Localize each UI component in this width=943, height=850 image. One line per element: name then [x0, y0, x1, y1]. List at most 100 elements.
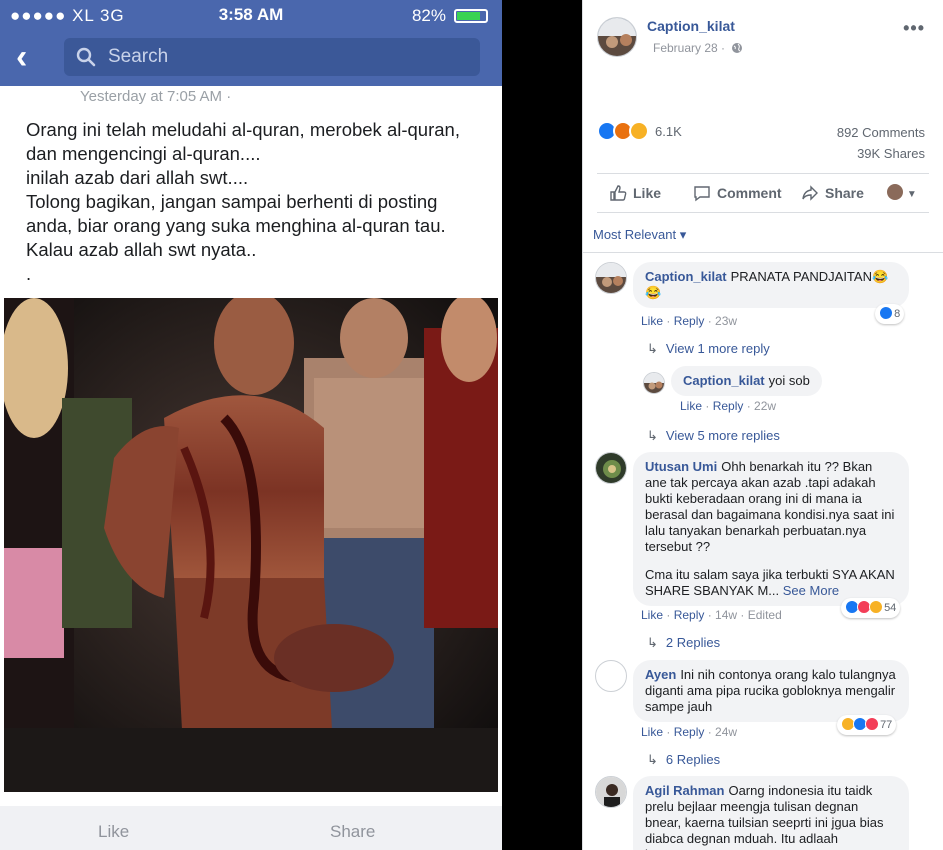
comment-like-link[interactable]: Like	[641, 608, 663, 622]
comment-like-link[interactable]: Like	[641, 725, 663, 739]
share-label: Share	[825, 185, 864, 201]
comment-reaction-badge[interactable]: 8	[875, 304, 905, 324]
comment-bubble: Utusan Umi Ohh benarkah itu ?? Bkan ane t…	[633, 452, 909, 606]
avatar-image	[596, 453, 626, 483]
comment-author[interactable]: Ayen	[645, 667, 676, 682]
reply-text: yoi sob	[768, 373, 810, 388]
reply-reply-link[interactable]: Reply	[713, 399, 744, 413]
view-more-replies-label: View 5 more replies	[665, 428, 780, 443]
reply-avatar[interactable]	[643, 372, 665, 394]
comment-reply-link[interactable]: Reply	[674, 725, 705, 739]
page-avatar-image	[598, 18, 636, 56]
comment-bubble: Ayen Ini nih contonya orang kalo tulangny…	[633, 660, 909, 722]
comment-like-link[interactable]: Like	[641, 314, 663, 328]
comment-time[interactable]: 14w	[715, 608, 737, 622]
reply-arrow-icon: ↳	[647, 428, 658, 443]
view-replies-label: 2 Replies	[665, 635, 721, 650]
comment-reaction-count: 77	[880, 719, 893, 731]
reply-arrow-icon: ↳	[647, 752, 658, 767]
comment-author[interactable]: Agil Rahman	[645, 783, 724, 798]
reply-bubble: Caption_kilat yoi sob	[671, 366, 822, 396]
like-label: Like	[633, 185, 662, 201]
phone-post-actions: Like Share	[0, 806, 502, 850]
reaction-audience-selector[interactable]: ▼	[887, 184, 917, 200]
comment-meta: Like · Reply · 14w · Edited	[641, 608, 782, 622]
view-replies-label: 6 Replies	[665, 752, 721, 767]
divider	[583, 252, 943, 253]
edited-label[interactable]: Edited	[748, 608, 782, 622]
comment-bubble: Agil Rahman Oarng indonesia itu taidk pre…	[633, 776, 909, 850]
comment-reaction-count: 8	[894, 308, 901, 320]
share-count[interactable]: 39K Shares	[857, 146, 925, 161]
like-button[interactable]: Like	[609, 184, 661, 202]
back-chevron-icon: ‹	[16, 38, 28, 76]
comment-author[interactable]: Caption_kilat	[645, 269, 727, 284]
reply-arrow-icon: ↳	[647, 341, 658, 356]
comment-label: Comment	[717, 185, 782, 201]
comment-reaction-badge[interactable]: 77	[837, 715, 897, 735]
comment-icon	[694, 186, 710, 202]
facebook-post: Caption_kilat February 28 · ••• 6.1K 892…	[582, 0, 943, 850]
sort-comments-dropdown[interactable]: Most Relevant ▾	[593, 227, 686, 243]
reaction-count[interactable]: 6.1K	[655, 124, 682, 139]
wow-reaction-icon	[629, 121, 649, 141]
reply-arrow-icon: ↳	[647, 635, 658, 650]
view-replies-link[interactable]: ↳ 6 Replies	[647, 752, 720, 768]
avatar-image	[596, 263, 626, 293]
haha-reaction-icon	[869, 600, 883, 614]
reply-time[interactable]: 22w	[754, 399, 776, 413]
view-replies-link[interactable]: ↳ 2 Replies	[647, 635, 720, 651]
phone-like-label: Like	[98, 822, 130, 841]
embedded-photo	[4, 298, 498, 792]
share-icon	[802, 185, 818, 201]
share-button[interactable]: Share	[801, 184, 864, 202]
chevron-down-icon: ▼	[906, 189, 917, 200]
post-action-bar: Like Comment Share ▼	[597, 173, 929, 213]
globe-icon	[732, 43, 742, 53]
avatar-image	[596, 777, 626, 807]
page-name-link[interactable]: Caption_kilat	[647, 18, 735, 34]
reply-author[interactable]: Caption_kilat	[683, 373, 765, 388]
search-icon	[76, 47, 96, 67]
commenter-avatar[interactable]	[595, 262, 627, 294]
commenter-avatar[interactable]	[595, 776, 627, 808]
phone-nav-bar: ‹ Search	[0, 30, 502, 86]
comment-reaction-count: 54	[884, 602, 897, 614]
search-placeholder: Search	[108, 46, 169, 67]
phone-share-label: Share	[330, 822, 376, 841]
comment-bubble: Caption_kilat PRANATA PANDJAITAN😂😂	[633, 262, 909, 308]
comment-time[interactable]: 24w	[715, 725, 737, 739]
comment-reaction-badge[interactable]: 54	[841, 598, 901, 618]
comment-author[interactable]: Utusan Umi	[645, 459, 717, 474]
comment-time[interactable]: 23w	[715, 314, 737, 328]
love-reaction-icon	[865, 717, 879, 731]
comment-reply-link[interactable]: Reply	[674, 608, 705, 622]
page-avatar[interactable]	[597, 17, 637, 57]
reply-like-link[interactable]: Like	[680, 399, 702, 413]
phone-post-text: Orang ini telah meludahi al-quran, merob…	[26, 119, 460, 284]
phone-status-bar: ●●●●● XL 3G 3:58 AM 82%	[0, 0, 502, 30]
see-more-link[interactable]: See More	[783, 583, 839, 598]
view-more-replies-link[interactable]: ↳ View 1 more reply	[647, 341, 770, 357]
comment-meta: Like · Reply · 24w	[641, 725, 738, 739]
view-more-replies-label: View 1 more reply	[665, 341, 770, 356]
shared-photo[interactable]: ●●●●● XL 3G 3:58 AM 82% ‹ Search Yesterd…	[0, 0, 502, 850]
reply-meta: Like · Reply · 22w	[680, 399, 777, 413]
more-icon[interactable]: •••	[903, 18, 925, 39]
battery-icon	[454, 9, 488, 23]
commenter-avatar[interactable]	[595, 660, 627, 692]
comment-meta: Like · Reply · 23w	[641, 314, 738, 328]
comment-count[interactable]: 892 Comments	[837, 125, 925, 140]
commenter-avatar[interactable]	[595, 452, 627, 484]
comment-text: Ini nih contonya orang kalo tulangnya di…	[645, 667, 896, 714]
view-more-replies-link[interactable]: ↳ View 5 more replies	[647, 428, 780, 444]
comment-button[interactable]: Comment	[693, 184, 782, 202]
small-avatar-icon	[887, 184, 903, 200]
crowd-photo-illustration	[4, 298, 498, 792]
like-reaction-icon	[879, 306, 893, 320]
post-date[interactable]: February 28 ·	[653, 41, 725, 55]
avatar-image	[644, 373, 664, 393]
comment-reply-link[interactable]: Reply	[674, 314, 705, 328]
comment-text-continued: Cma itu salam saya jika terbukti SYA AKA…	[645, 567, 895, 598]
